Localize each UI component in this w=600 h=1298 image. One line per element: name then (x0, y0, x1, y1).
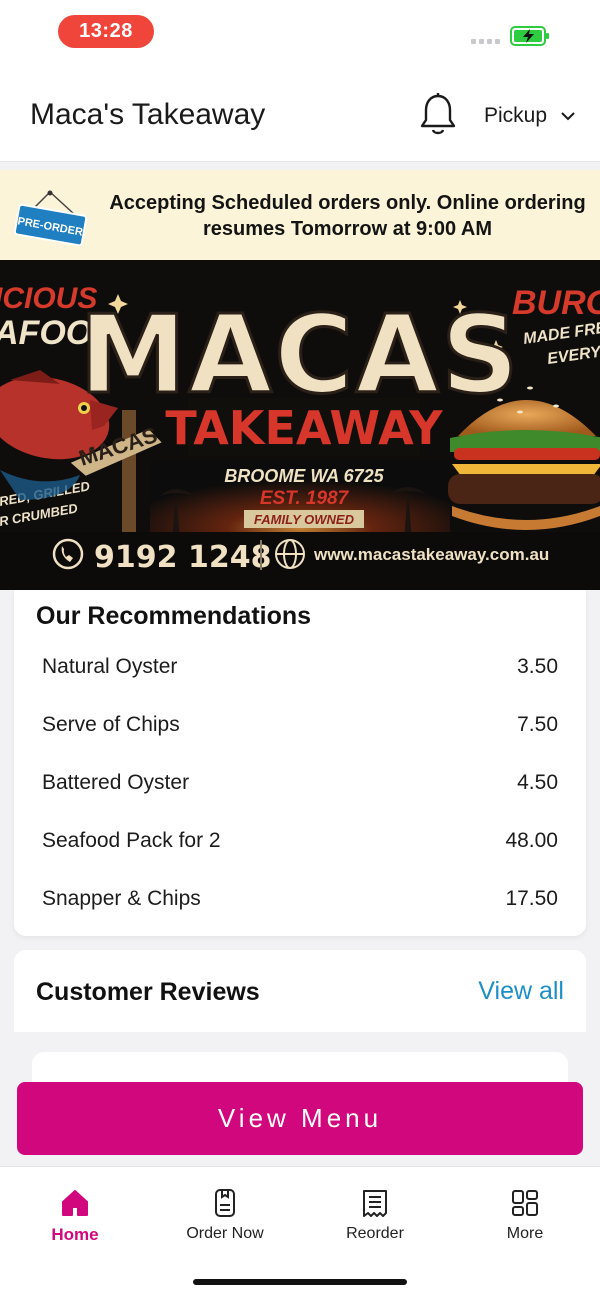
list-item[interactable]: Natural Oyster 3.50 (42, 638, 558, 696)
view-all-reviews-link[interactable]: View all (478, 977, 564, 1006)
list-item[interactable]: Seafood Pack for 2 48.00 (42, 812, 558, 870)
banner-right-tag-1: BURGE (512, 284, 600, 322)
list-item[interactable]: Serve of Chips 7.50 (42, 696, 558, 754)
ordering-notice: PRE-ORDER Accepting Scheduled orders onl… (0, 170, 600, 260)
view-menu-button[interactable]: View Menu (17, 1082, 583, 1155)
preorder-sign-icon: PRE-ORDER (13, 190, 88, 247)
home-icon (62, 1190, 88, 1216)
order-icon (215, 1189, 235, 1217)
list-item[interactable]: Battered Oyster 4.50 (42, 754, 558, 812)
grid-icon (512, 1190, 538, 1216)
list-item[interactable]: Snapper & Chips 17.50 (42, 870, 558, 928)
recommendations-card: Our Recommendations Natural Oyster 3.50 … (14, 590, 586, 936)
item-price: 48.00 (505, 829, 558, 852)
banner-established: EST. 1987 (260, 488, 350, 509)
battery-icon (510, 26, 549, 46)
item-name: Snapper & Chips (42, 887, 201, 910)
signal-icon (471, 39, 500, 44)
notice-text: Accepting Scheduled orders only. Online … (109, 192, 586, 240)
tab-home[interactable]: Home (15, 1187, 135, 1245)
item-price: 4.50 (517, 771, 558, 794)
chevron-down-icon (561, 112, 575, 121)
item-price: 7.50 (517, 713, 558, 736)
reviews-title: Customer Reviews (36, 978, 260, 1006)
banner-website: www.macastakeaway.com.au (313, 545, 549, 564)
tab-order-now[interactable]: Order Now (165, 1187, 285, 1243)
tab-more[interactable]: More (465, 1187, 585, 1243)
order-mode-label: Pickup (484, 104, 548, 127)
banner-location: BROOME WA 6725 (224, 466, 384, 486)
hero-banner: ICIOUS AFOOD RED, GRILLED R CRUMBED MACA… (0, 260, 600, 590)
page-title: Maca's Takeaway (30, 98, 266, 131)
banner-artwork: ICIOUS AFOOD RED, GRILLED R CRUMBED MACA… (0, 260, 600, 590)
banner-phone: 9192 1248 (94, 540, 271, 575)
item-name: Serve of Chips (42, 713, 180, 736)
bell-icon[interactable] (418, 92, 458, 138)
order-mode-dropdown[interactable]: Pickup (484, 104, 575, 128)
customer-reviews-section: Customer Reviews View all (14, 950, 586, 1032)
app-header: Maca's Takeaway Pickup (0, 64, 600, 162)
recommendations-title: Our Recommendations (36, 602, 312, 630)
home-indicator (193, 1279, 407, 1285)
item-name: Battered Oyster (42, 771, 190, 794)
item-name: Natural Oyster (42, 655, 178, 678)
tab-reorder[interactable]: Reorder (315, 1187, 435, 1243)
tab-label: Order Now (186, 1225, 264, 1242)
status-bar: 13:28 (0, 0, 600, 64)
receipt-icon (363, 1190, 387, 1217)
item-price: 3.50 (517, 655, 558, 678)
banner-family: FAMILY OWNED (254, 512, 355, 527)
status-time: 13:28 (58, 15, 154, 48)
banner-brand-sub: TAKEAWAY (165, 401, 443, 455)
tab-label: Home (51, 1225, 99, 1244)
item-name: Seafood Pack for 2 (42, 829, 221, 852)
item-price: 17.50 (505, 887, 558, 910)
tab-label: Reorder (346, 1225, 404, 1242)
recommendations-list: Natural Oyster 3.50 Serve of Chips 7.50 … (42, 638, 558, 928)
tab-label: More (506, 1225, 544, 1242)
